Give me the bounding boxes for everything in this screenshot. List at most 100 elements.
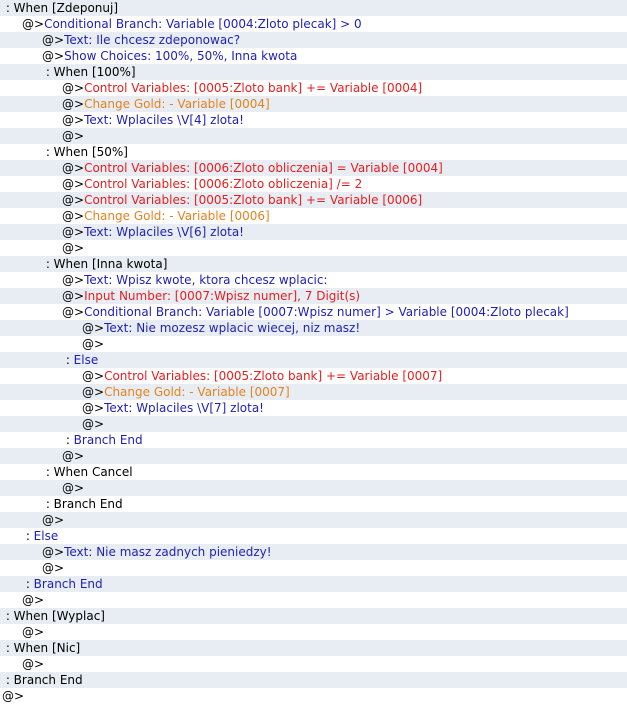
command-row[interactable]: @> — [0, 480, 627, 496]
command-text: When [Zdeponuj] — [13, 1, 119, 15]
command-row[interactable]: : Branch End — [0, 432, 627, 448]
command-row[interactable]: @>Text: Wplaciles \V[6] zlota! — [0, 224, 627, 240]
command-text: Branch End — [73, 433, 143, 447]
command-text: Input Number: [0007:Wpisz numer], 7 Digi… — [84, 289, 361, 303]
command-prefix: @> — [62, 161, 85, 175]
command-prefix: @> — [62, 113, 85, 127]
command-row[interactable]: @>Control Variables: [0006:Zloto oblicze… — [0, 176, 627, 192]
command-prefix: : — [2, 1, 14, 15]
command-row[interactable]: @>Change Gold: - Variable [0006] — [0, 208, 627, 224]
command-row[interactable]: @>Change Gold: - Variable [0004] — [0, 96, 627, 112]
command-prefix: : — [2, 673, 14, 687]
command-row[interactable]: : When Cancel — [0, 464, 627, 480]
command-row[interactable]: @>Control Variables: [0006:Zloto oblicze… — [0, 160, 627, 176]
command-row[interactable]: : When [Nic] — [0, 640, 627, 656]
command-row[interactable]: @> — [0, 448, 627, 464]
command-row[interactable]: @> — [0, 560, 627, 576]
command-prefix: @> — [62, 305, 85, 319]
command-prefix: @> — [82, 369, 105, 383]
command-prefix: : — [42, 257, 54, 271]
command-row[interactable]: : Branch End — [0, 496, 627, 512]
command-prefix: @> — [62, 289, 85, 303]
command-prefix: : — [2, 641, 14, 655]
command-prefix: @> — [62, 97, 85, 111]
command-row[interactable]: @>Conditional Branch: Variable [0007:Wpi… — [0, 304, 627, 320]
command-text: Branch End — [33, 577, 103, 591]
command-text: Control Variables: [0005:Zloto bank] += … — [104, 369, 443, 383]
command-text: Text: Wpisz kwote, ktora chcesz wplacic: — [84, 273, 328, 287]
command-row[interactable]: @> — [0, 512, 627, 528]
command-prefix: @> — [62, 129, 85, 143]
command-prefix: @> — [82, 337, 105, 351]
command-prefix: : — [42, 497, 54, 511]
command-row[interactable]: @>Control Variables: [0005:Zloto bank] +… — [0, 368, 627, 384]
command-prefix: : — [42, 465, 54, 479]
command-row[interactable]: @>Show Choices: 100%, 50%, Inna kwota — [0, 48, 627, 64]
command-row[interactable]: : When [Zdeponuj] — [0, 0, 627, 16]
command-row[interactable]: : Branch End — [0, 576, 627, 592]
command-text: When [Inna kwota] — [53, 257, 168, 271]
command-row[interactable]: @> — [0, 336, 627, 352]
command-prefix: : — [62, 353, 74, 367]
command-prefix: @> — [82, 321, 105, 335]
command-row[interactable]: @> — [0, 240, 627, 256]
command-row[interactable]: : Branch End — [0, 672, 627, 688]
command-row[interactable]: @> — [0, 624, 627, 640]
command-prefix: @> — [2, 689, 25, 703]
command-row[interactable]: @>Input Number: [0007:Wpisz numer], 7 Di… — [0, 288, 627, 304]
command-prefix: @> — [62, 273, 85, 287]
command-text: When [100%] — [53, 65, 136, 79]
command-text: Show Choices: 100%, 50%, Inna kwota — [64, 49, 298, 63]
command-row[interactable]: : When [50%] — [0, 144, 627, 160]
command-row[interactable]: @>Conditional Branch: Variable [0004:Zlo… — [0, 16, 627, 32]
command-prefix: : — [22, 577, 34, 591]
command-prefix: @> — [82, 401, 105, 415]
command-row[interactable]: @> — [0, 128, 627, 144]
command-text: Text: Ile chcesz zdeponowac? — [64, 33, 241, 47]
command-row[interactable]: @> — [0, 592, 627, 608]
command-prefix: @> — [82, 385, 105, 399]
command-prefix: @> — [22, 593, 45, 607]
command-row[interactable]: @>Control Variables: [0005:Zloto bank] +… — [0, 192, 627, 208]
command-row[interactable]: : Else — [0, 352, 627, 368]
command-text: Text: Wplaciles \V[7] zlota! — [104, 401, 264, 415]
command-prefix: @> — [22, 625, 45, 639]
command-text: Conditional Branch: Variable [0004:Zloto… — [44, 17, 362, 31]
command-row[interactable]: : Else — [0, 528, 627, 544]
command-text: Text: Wplaciles \V[4] zlota! — [84, 113, 244, 127]
command-text: When [Wyplac] — [13, 609, 105, 623]
command-row[interactable]: @>Text: Wplaciles \V[4] zlota! — [0, 112, 627, 128]
command-prefix: : — [62, 433, 74, 447]
command-text: Text: Nie masz zadnych pieniedzy! — [64, 545, 272, 559]
command-prefix: @> — [62, 241, 85, 255]
command-prefix: @> — [62, 225, 85, 239]
command-prefix: : — [22, 529, 34, 543]
command-row[interactable]: @>Text: Wpisz kwote, ktora chcesz wplaci… — [0, 272, 627, 288]
command-text: Branch End — [53, 497, 123, 511]
command-row[interactable]: @>Text: Wplaciles \V[7] zlota! — [0, 400, 627, 416]
command-row[interactable]: @>Change Gold: - Variable [0007] — [0, 384, 627, 400]
command-row[interactable]: : When [Inna kwota] — [0, 256, 627, 272]
command-row[interactable]: @> — [0, 416, 627, 432]
command-row[interactable]: @>Text: Ile chcesz zdeponowac? — [0, 32, 627, 48]
command-prefix: @> — [82, 417, 105, 431]
command-prefix: @> — [22, 657, 45, 671]
event-command-list[interactable]: : When [Zdeponuj] @>Conditional Branch: V… — [0, 0, 627, 710]
command-row[interactable]: : When [100%] — [0, 64, 627, 80]
command-text: Change Gold: - Variable [0007] — [104, 385, 290, 399]
command-row[interactable]: @> — [0, 656, 627, 672]
command-row[interactable]: @>Control Variables: [0005:Zloto bank] +… — [0, 80, 627, 96]
command-row[interactable]: : When [Wyplac] — [0, 608, 627, 624]
command-text: When [Nic] — [13, 641, 81, 655]
command-text: Control Variables: [0005:Zloto bank] += … — [84, 81, 423, 95]
command-prefix: @> — [42, 561, 65, 575]
command-prefix: @> — [62, 209, 85, 223]
command-text: Change Gold: - Variable [0004] — [84, 97, 270, 111]
command-text: Else — [73, 353, 99, 367]
command-text: Branch End — [13, 673, 83, 687]
command-row[interactable]: @>Text: Nie mozesz wplacic wiecej, niz m… — [0, 320, 627, 336]
command-text: Else — [33, 529, 59, 543]
command-row[interactable]: @> — [0, 688, 627, 704]
command-text: Text: Nie mozesz wplacic wiecej, niz mas… — [104, 321, 361, 335]
command-row[interactable]: @>Text: Nie masz zadnych pieniedzy! — [0, 544, 627, 560]
